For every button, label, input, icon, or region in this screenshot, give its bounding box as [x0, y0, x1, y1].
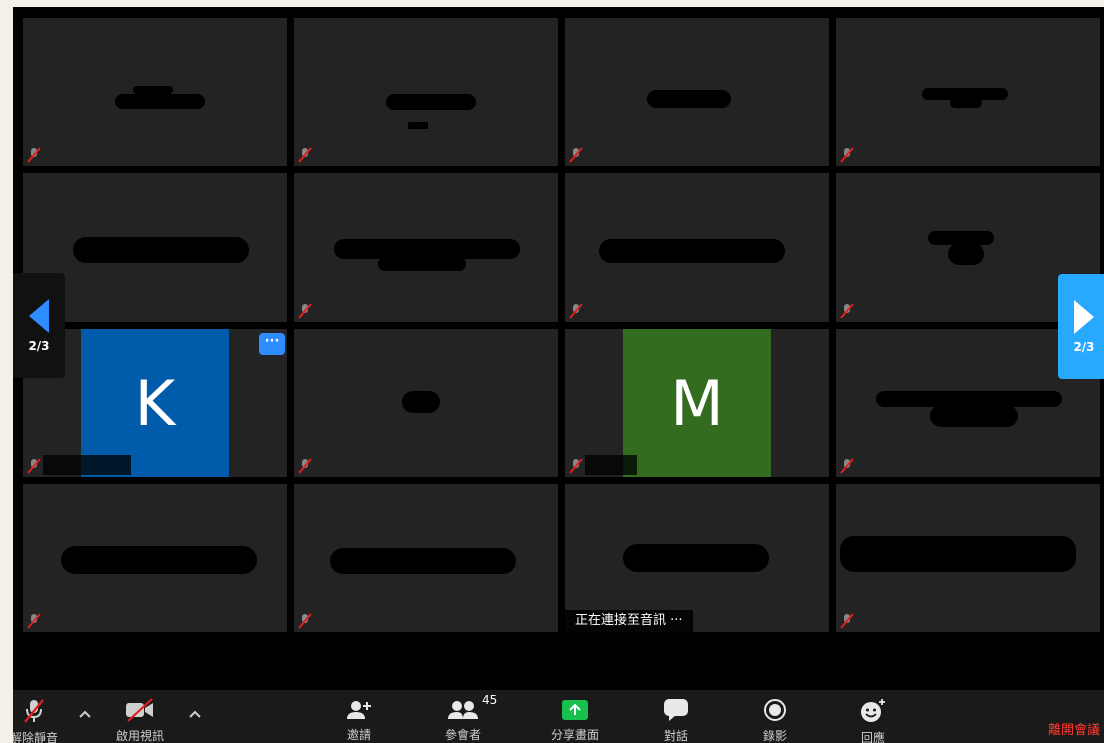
muted-mic-icon [840, 458, 854, 474]
muted-mic-icon [27, 613, 41, 629]
record-button[interactable]: 錄影 [743, 690, 807, 743]
video-options-caret-icon[interactable] [187, 706, 203, 722]
redacted-name [948, 243, 984, 265]
participant-name [585, 455, 637, 475]
muted-mic-icon [298, 458, 312, 474]
avatar: M [623, 329, 771, 477]
participant-tile[interactable] [836, 484, 1100, 632]
participant-tile[interactable] [23, 18, 287, 166]
arrow-left-icon [29, 298, 49, 333]
share-screen-icon [562, 699, 588, 720]
redacted-name [378, 257, 466, 271]
redacted-name [599, 239, 785, 263]
muted-mic-icon [840, 147, 854, 163]
muted-mic-icon [27, 147, 41, 163]
redacted-name [840, 536, 1076, 572]
record-icon [764, 699, 786, 721]
invite-label: 邀請 [346, 728, 371, 742]
share-screen-label: 分享畫面 [550, 728, 599, 742]
redacted-name [930, 405, 1018, 427]
muted-mic-icon [298, 613, 312, 629]
participants-icon [448, 700, 478, 719]
more-options-button[interactable]: ··· [259, 333, 285, 355]
muted-mic-icon [298, 147, 312, 163]
participant-tile[interactable]: 正在連接至音訊 ··· [565, 484, 829, 632]
redacted-name [334, 239, 520, 259]
reaction-emoji-icon [861, 699, 885, 722]
redacted-name [61, 546, 257, 574]
redacted-name [330, 548, 516, 574]
muted-mic-icon [569, 147, 583, 163]
start-video-button[interactable]: 啟用視訊 [95, 690, 185, 743]
participant-tile[interactable] [294, 173, 558, 322]
gallery-grid: K ··· M 正在連接至音訊 ··· 2/3 2/3 [13, 7, 1104, 687]
arrow-right-icon [1074, 299, 1094, 334]
redacted-name [647, 90, 731, 108]
redacted-name [950, 98, 982, 108]
microphone-muted-icon [24, 699, 44, 723]
redacted-name [73, 237, 249, 263]
participant-tile[interactable] [294, 329, 558, 477]
redacted-name [133, 86, 173, 94]
redacted-name [386, 94, 476, 110]
muted-mic-icon [569, 303, 583, 319]
page-indicator: 2/3 [1073, 339, 1095, 354]
reactions-label: 回應 [860, 731, 885, 743]
participant-tile[interactable]: M [565, 329, 829, 477]
reactions-button[interactable]: 回應 [841, 690, 905, 743]
redacted-name [623, 544, 769, 572]
chat-icon [664, 699, 688, 721]
participant-tile[interactable] [836, 18, 1100, 166]
share-screen-button[interactable]: 分享畫面 [535, 690, 615, 743]
participant-tile[interactable] [294, 484, 558, 632]
muted-mic-icon [569, 458, 583, 474]
unmute-label: 解除靜音 [13, 731, 58, 743]
page-indicator: 2/3 [28, 338, 50, 353]
participant-tile[interactable] [294, 18, 558, 166]
meeting-toolbar: 解除靜音 啟用視訊 邀請 參會者 45 分享畫面 對話 錄影 回應 離開會議 [13, 690, 1104, 743]
add-user-icon [347, 700, 371, 719]
avatar-letter: K [134, 366, 176, 440]
unmute-button[interactable]: 解除靜音 [13, 690, 79, 743]
previous-page-button[interactable]: 2/3 [13, 273, 65, 378]
invite-button[interactable]: 邀請 [327, 690, 391, 743]
redacted-name [402, 391, 440, 413]
meeting-window: K ··· M 正在連接至音訊 ··· 2/3 2/3 解除靜音 啟用視訊 邀請… [13, 7, 1104, 743]
record-label: 錄影 [762, 729, 787, 743]
participant-tile[interactable] [23, 484, 287, 632]
participants-label: 參會者 [444, 728, 481, 742]
next-page-button[interactable]: 2/3 [1058, 274, 1104, 379]
participant-count: 45 [482, 693, 498, 707]
chat-button[interactable]: 對話 [644, 690, 708, 743]
redacted-name [115, 94, 205, 109]
start-video-label: 啟用視訊 [115, 729, 164, 743]
redacted-name [408, 122, 428, 129]
muted-mic-icon [840, 613, 854, 629]
audio-options-caret-icon[interactable] [77, 706, 93, 722]
leave-meeting-button[interactable]: 離開會議 [1048, 719, 1100, 738]
muted-mic-icon [840, 303, 854, 319]
audio-connecting-status: 正在連接至音訊 ··· [565, 610, 693, 632]
participant-tile[interactable] [565, 173, 829, 322]
participants-button[interactable]: 參會者 45 [431, 690, 498, 743]
muted-mic-icon [298, 303, 312, 319]
participant-name [43, 455, 131, 475]
chat-label: 對話 [663, 729, 688, 743]
avatar-letter: M [670, 366, 724, 440]
participant-tile[interactable] [565, 18, 829, 166]
video-off-icon [126, 698, 153, 722]
muted-mic-icon [27, 458, 41, 474]
